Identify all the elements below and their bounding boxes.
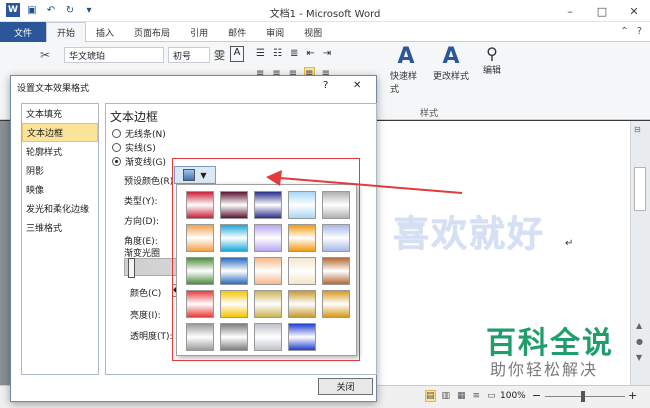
- edit-button[interactable]: ⚲ 编辑: [480, 44, 504, 102]
- numbering-icon[interactable]: ☷: [273, 48, 282, 59]
- gradient-stop-handle[interactable]: [128, 258, 135, 278]
- zoom-out-button[interactable]: −: [532, 389, 541, 402]
- print-layout-icon[interactable]: ▤: [425, 390, 436, 402]
- web-layout-icon[interactable]: ▦: [457, 391, 466, 401]
- dialog-close-x[interactable]: ✕: [353, 80, 361, 91]
- tab-references[interactable]: 引用: [180, 22, 218, 42]
- outline-icon[interactable]: ≡: [473, 391, 481, 401]
- solid-line-option[interactable]: 实线(S): [112, 141, 156, 154]
- scroll-up-icon[interactable]: ▲: [636, 321, 642, 330]
- browse-object-icon[interactable]: ●: [636, 337, 643, 346]
- increase-indent-icon[interactable]: ⇥: [323, 48, 331, 59]
- change-styles-icon: A: [442, 44, 460, 69]
- help-icon[interactable]: ?: [637, 26, 642, 37]
- transparency-label: 透明度(T):: [130, 332, 173, 342]
- tab-view[interactable]: 视图: [294, 22, 332, 42]
- binoculars-icon: ⚲: [486, 44, 498, 63]
- character-border-icon[interactable]: A: [230, 46, 244, 62]
- draft-icon[interactable]: ▭: [487, 391, 496, 401]
- dialog-help-button[interactable]: ?: [323, 80, 328, 91]
- change-styles-button[interactable]: A 更改样式: [432, 44, 470, 102]
- nav-item-outline-style[interactable]: 轮廓样式: [22, 142, 98, 161]
- panel-heading: 文本边框: [110, 110, 159, 124]
- dialog-close-button[interactable]: 关闭: [318, 378, 373, 395]
- maximize-button[interactable]: □: [586, 0, 618, 22]
- type-label: 类型(Y):: [124, 197, 158, 207]
- bullets-icon[interactable]: ☰: [256, 48, 265, 59]
- paragraph-mark: ↵: [565, 238, 574, 249]
- full-screen-icon[interactable]: ▥: [442, 391, 451, 401]
- close-button[interactable]: ✕: [618, 0, 650, 22]
- watermark-main: 喜欢就好: [393, 214, 546, 255]
- nav-item-text-outline[interactable]: 文本边框: [22, 123, 98, 142]
- tab-file[interactable]: 文件: [0, 22, 47, 42]
- tab-review[interactable]: 审阅: [256, 22, 294, 42]
- nav-item-text-fill[interactable]: 文本填充: [22, 104, 98, 123]
- brightness-label: 亮度(I):: [130, 311, 161, 321]
- zoom-slider-thumb[interactable]: [581, 391, 585, 402]
- cut-icon[interactable]: ✂: [40, 48, 50, 62]
- zoom-in-button[interactable]: +: [628, 389, 637, 402]
- gradient-line-radio[interactable]: [112, 157, 121, 166]
- nav-item-glow-soft-edges[interactable]: 发光和柔化边缘: [22, 199, 98, 218]
- vertical-scrollbar[interactable]: ⊟ ▲ ● ▼: [630, 121, 650, 385]
- tab-insert[interactable]: 插入: [86, 22, 124, 42]
- watermark-sub: 助你轻松解决: [490, 360, 599, 379]
- quick-styles-icon: A: [397, 44, 415, 69]
- scroll-down-icon[interactable]: ▼: [636, 353, 642, 362]
- tab-mailings[interactable]: 邮件: [218, 22, 256, 42]
- no-line-option[interactable]: 无线条(N): [112, 127, 166, 140]
- minimize-ribbon-icon[interactable]: ⌃: [620, 26, 628, 37]
- no-line-radio[interactable]: [112, 129, 121, 138]
- nav-item-reflection[interactable]: 映像: [22, 180, 98, 199]
- font-size-box[interactable]: 初号: [168, 47, 210, 63]
- phonetic-guide-icon[interactable]: 雯: [214, 47, 225, 63]
- title-bar: W ▣ ↶ ↻ ▾ 文档1 - Microsoft Word – □ ✕: [0, 0, 650, 22]
- direction-label: 方向(D):: [124, 217, 159, 227]
- highlight-box: [172, 158, 360, 361]
- decrease-indent-icon[interactable]: ⇤: [306, 48, 314, 59]
- styles-group-label: 样式: [420, 109, 439, 119]
- zoom-level[interactable]: 100%: [500, 391, 526, 401]
- dialog-title-bar: 设置文本效果格式 ? ✕: [11, 76, 376, 98]
- window-controls: – □ ✕: [554, 0, 650, 22]
- nav-item-shadow[interactable]: 阴影: [22, 161, 98, 180]
- zoom-slider[interactable]: [545, 396, 625, 397]
- minimize-button[interactable]: –: [554, 0, 586, 22]
- window-title: 文档1 - Microsoft Word: [269, 9, 381, 20]
- ruler-toggle-icon[interactable]: ⊟: [634, 125, 646, 135]
- dialog-title: 设置文本效果格式: [17, 84, 90, 94]
- dialog-nav: 文本填充 文本边框 轮廓样式 阴影 映像 发光和柔化边缘 三维格式: [21, 103, 99, 375]
- preset-label: 预设颜色(R):: [124, 177, 177, 187]
- nav-item-3d-format[interactable]: 三维格式: [22, 218, 98, 237]
- tab-home[interactable]: 开始: [46, 22, 87, 42]
- color-label: 颜色(C): [130, 289, 162, 299]
- multilevel-icon[interactable]: ≣: [290, 48, 298, 59]
- scroll-thumb[interactable]: [634, 167, 646, 211]
- solid-line-radio[interactable]: [112, 143, 121, 152]
- quick-styles-button[interactable]: A 快速样式: [390, 44, 422, 102]
- gradient-line-option[interactable]: 渐变线(G): [112, 155, 166, 168]
- ribbon-tabs: 文件 开始 插入 页面布局 引用 邮件 审阅 视图 ⌃ ?: [0, 22, 650, 42]
- font-name-box[interactable]: 华文琥珀: [64, 47, 164, 63]
- tab-page-layout[interactable]: 页面布局: [124, 22, 180, 42]
